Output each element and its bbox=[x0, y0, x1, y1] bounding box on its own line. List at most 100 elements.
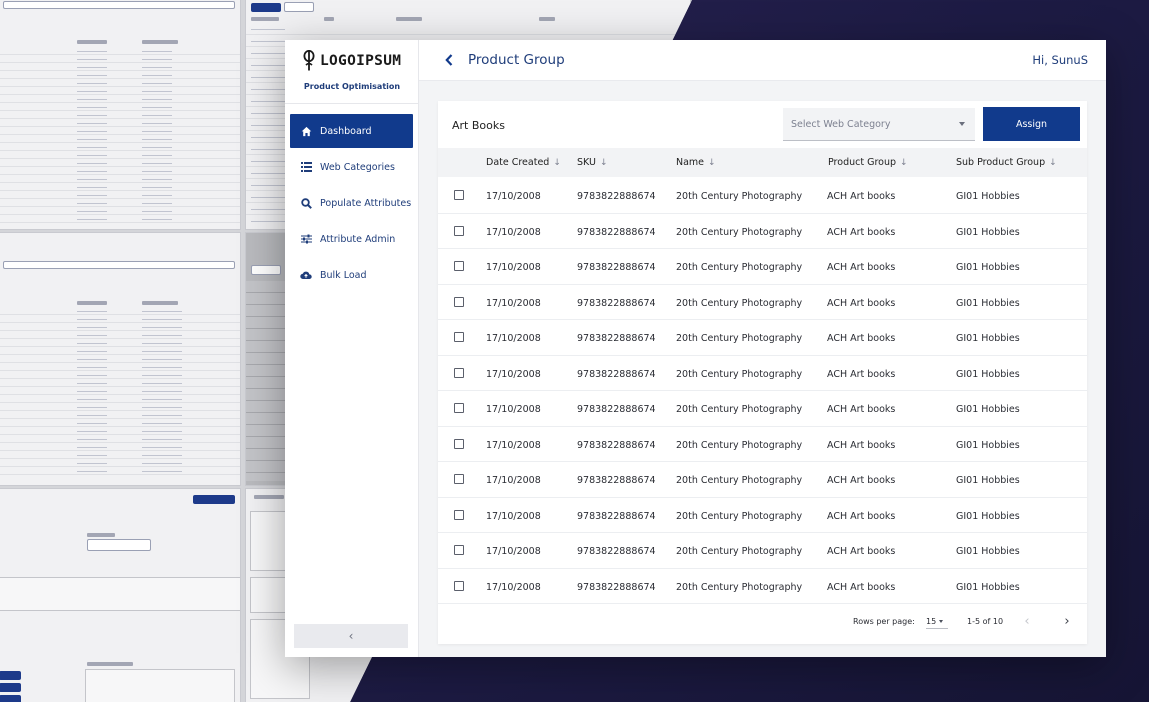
cell-name: 20th Century Photography bbox=[676, 546, 803, 557]
table-header: Date Created ↓ SKU ↓ Name ↓ Product Group ↓ … bbox=[438, 148, 1087, 177]
bg-screen-5 bbox=[0, 488, 241, 702]
cell-date-created: 17/10/2008 bbox=[486, 581, 541, 593]
table-row: 17/10/2008 9783822888674 20th Century Phot… bbox=[438, 498, 1087, 533]
cell-sku: 9783822888674 bbox=[577, 475, 656, 486]
cell-date-created: 17/10/2008 bbox=[486, 510, 541, 522]
cell-sub-product-group: GI01 Hobbies bbox=[956, 191, 1020, 202]
table-body: 17/10/2008 9783822888674 20th Century Phot… bbox=[438, 178, 1087, 604]
sidebar-item-populate-attributes[interactable]: Populate Attributes bbox=[290, 186, 413, 220]
cell-name: 20th Century Photography bbox=[676, 191, 803, 202]
cell-name: 20th Century Photography bbox=[676, 404, 803, 415]
cell-date-created: 17/10/2008 bbox=[486, 368, 541, 380]
list-icon bbox=[299, 160, 313, 174]
row-checkbox[interactable] bbox=[454, 438, 464, 449]
cell-sub-product-group: GI01 Hobbies bbox=[956, 439, 1020, 451]
cell-sku: 9783822888674 bbox=[577, 510, 656, 522]
cell-date-created: 17/10/2008 bbox=[486, 226, 541, 238]
sidebar-item-web-categories[interactable]: Web Categories bbox=[290, 150, 413, 184]
sidebar-collapse-button[interactable]: ‹ bbox=[294, 624, 408, 648]
cell-sub-product-group: GI01 Hobbies bbox=[956, 581, 1020, 593]
cloud-upload-icon bbox=[299, 268, 313, 282]
home-icon bbox=[299, 124, 313, 138]
cell-sub-product-group: GI01 Hobbies bbox=[956, 226, 1020, 238]
sort-arrow-icon: ↓ bbox=[553, 158, 561, 168]
cell-product-group: ACH Art books bbox=[827, 368, 896, 380]
column-header-sub-product-group[interactable]: Sub Product Group ↓ bbox=[956, 157, 1057, 168]
next-page-button[interactable]: › bbox=[1059, 612, 1075, 630]
chevron-left-icon bbox=[445, 54, 453, 66]
cell-sku: 9783822888674 bbox=[577, 262, 656, 273]
cell-sku: 9783822888674 bbox=[577, 581, 656, 593]
cell-name: 20th Century Photography bbox=[676, 475, 803, 486]
cell-date-created: 17/10/2008 bbox=[486, 439, 541, 451]
sort-arrow-icon: ↓ bbox=[599, 158, 608, 168]
logo-text: LOGOIPSUM bbox=[320, 53, 402, 69]
row-checkbox[interactable] bbox=[454, 332, 464, 342]
rows-per-page-select[interactable]: 15 bbox=[926, 615, 948, 629]
cell-sku: 9783822888674 bbox=[577, 191, 656, 202]
cell-sku: 9783822888674 bbox=[577, 333, 656, 344]
cell-sku: 9783822888674 bbox=[577, 404, 656, 415]
search-icon bbox=[299, 196, 313, 210]
logo: LOGOIPSUM bbox=[303, 50, 401, 72]
cell-name: 20th Century Photography bbox=[676, 581, 803, 593]
cell-sku: 9783822888674 bbox=[577, 226, 656, 238]
sliders-icon bbox=[299, 232, 313, 246]
sidebar-item-label: Populate Attributes bbox=[320, 197, 412, 209]
card-title: Art Books bbox=[452, 119, 505, 132]
sort-arrow-icon: ↓ bbox=[1049, 158, 1057, 168]
cell-date-created: 17/10/2008 bbox=[486, 262, 541, 273]
top-bar: Product Group Hi, SunuS bbox=[419, 40, 1106, 81]
column-header-sku[interactable]: SKU ↓ bbox=[577, 157, 608, 168]
bg-screen-1 bbox=[0, 0, 241, 230]
row-checkbox[interactable] bbox=[454, 261, 464, 271]
sidebar-item-label: Web Categories bbox=[320, 161, 395, 173]
logo-mark-icon bbox=[303, 50, 315, 71]
cell-name: 20th Century Photography bbox=[676, 262, 803, 273]
rows-per-page-label: Rows per page: bbox=[853, 617, 915, 626]
caret-down-icon bbox=[959, 122, 965, 126]
cell-product-group: ACH Art books bbox=[827, 333, 896, 344]
column-header-product-group[interactable]: Product Group ↓ bbox=[828, 157, 908, 168]
row-checkbox[interactable] bbox=[454, 296, 464, 307]
row-checkbox[interactable] bbox=[454, 545, 464, 555]
user-greeting[interactable]: Hi, SunuS bbox=[1032, 53, 1088, 67]
row-checkbox[interactable] bbox=[454, 225, 464, 236]
cell-date-created: 17/10/2008 bbox=[486, 191, 541, 202]
row-checkbox[interactable] bbox=[454, 580, 464, 591]
assign-button[interactable]: Assign bbox=[983, 107, 1080, 141]
cell-product-group: ACH Art books bbox=[827, 581, 896, 593]
sidebar-item-bulk-load[interactable]: Bulk Load bbox=[290, 258, 413, 292]
sidebar: LOGOIPSUM Product Optimisation Dashboard… bbox=[285, 40, 419, 657]
table-row: 17/10/2008 9783822888674 20th Century Phot… bbox=[438, 569, 1087, 604]
column-header-name[interactable]: Name ↓ bbox=[676, 157, 716, 168]
cell-sub-product-group: GI01 Hobbies bbox=[956, 404, 1020, 415]
sort-arrow-icon: ↓ bbox=[900, 158, 908, 168]
table-row: 17/10/2008 9783822888674 20th Century Phot… bbox=[438, 427, 1087, 462]
previous-page-button[interactable]: ‹ bbox=[1019, 612, 1035, 630]
table-row: 17/10/2008 9783822888674 20th Century Phot… bbox=[438, 320, 1087, 356]
cell-date-created: 17/10/2008 bbox=[486, 546, 541, 557]
row-checkbox[interactable] bbox=[454, 474, 464, 484]
back-button[interactable] bbox=[441, 51, 457, 69]
cell-date-created: 17/10/2008 bbox=[486, 333, 541, 344]
column-header-date-created[interactable]: Date Created ↓ bbox=[486, 157, 561, 168]
pagination: Rows per page: 15 1-5 of 10 ‹ › bbox=[438, 606, 1087, 636]
sidebar-item-attribute-admin[interactable]: Attribute Admin bbox=[290, 222, 413, 256]
cell-sku: 9783822888674 bbox=[577, 439, 656, 451]
web-category-select[interactable]: Select Web Category bbox=[783, 108, 975, 141]
row-checkbox[interactable] bbox=[454, 190, 464, 200]
cell-product-group: ACH Art books bbox=[827, 297, 896, 309]
table-row: 17/10/2008 9783822888674 20th Century Phot… bbox=[438, 391, 1087, 427]
cell-date-created: 17/10/2008 bbox=[486, 475, 541, 486]
cell-sub-product-group: GI01 Hobbies bbox=[956, 297, 1020, 309]
sidebar-item-dashboard[interactable]: Dashboard bbox=[290, 114, 413, 148]
table-row: 17/10/2008 9783822888674 20th Century Phot… bbox=[438, 214, 1087, 249]
row-checkbox[interactable] bbox=[454, 403, 464, 413]
row-checkbox[interactable] bbox=[454, 509, 464, 520]
caret-down-icon bbox=[939, 620, 944, 623]
table-row: 17/10/2008 9783822888674 20th Century Phot… bbox=[438, 356, 1087, 391]
product-group-card: Art Books Select Web Category Assign Dat… bbox=[438, 101, 1087, 644]
cell-product-group: ACH Art books bbox=[827, 404, 896, 415]
row-checkbox[interactable] bbox=[454, 367, 464, 378]
